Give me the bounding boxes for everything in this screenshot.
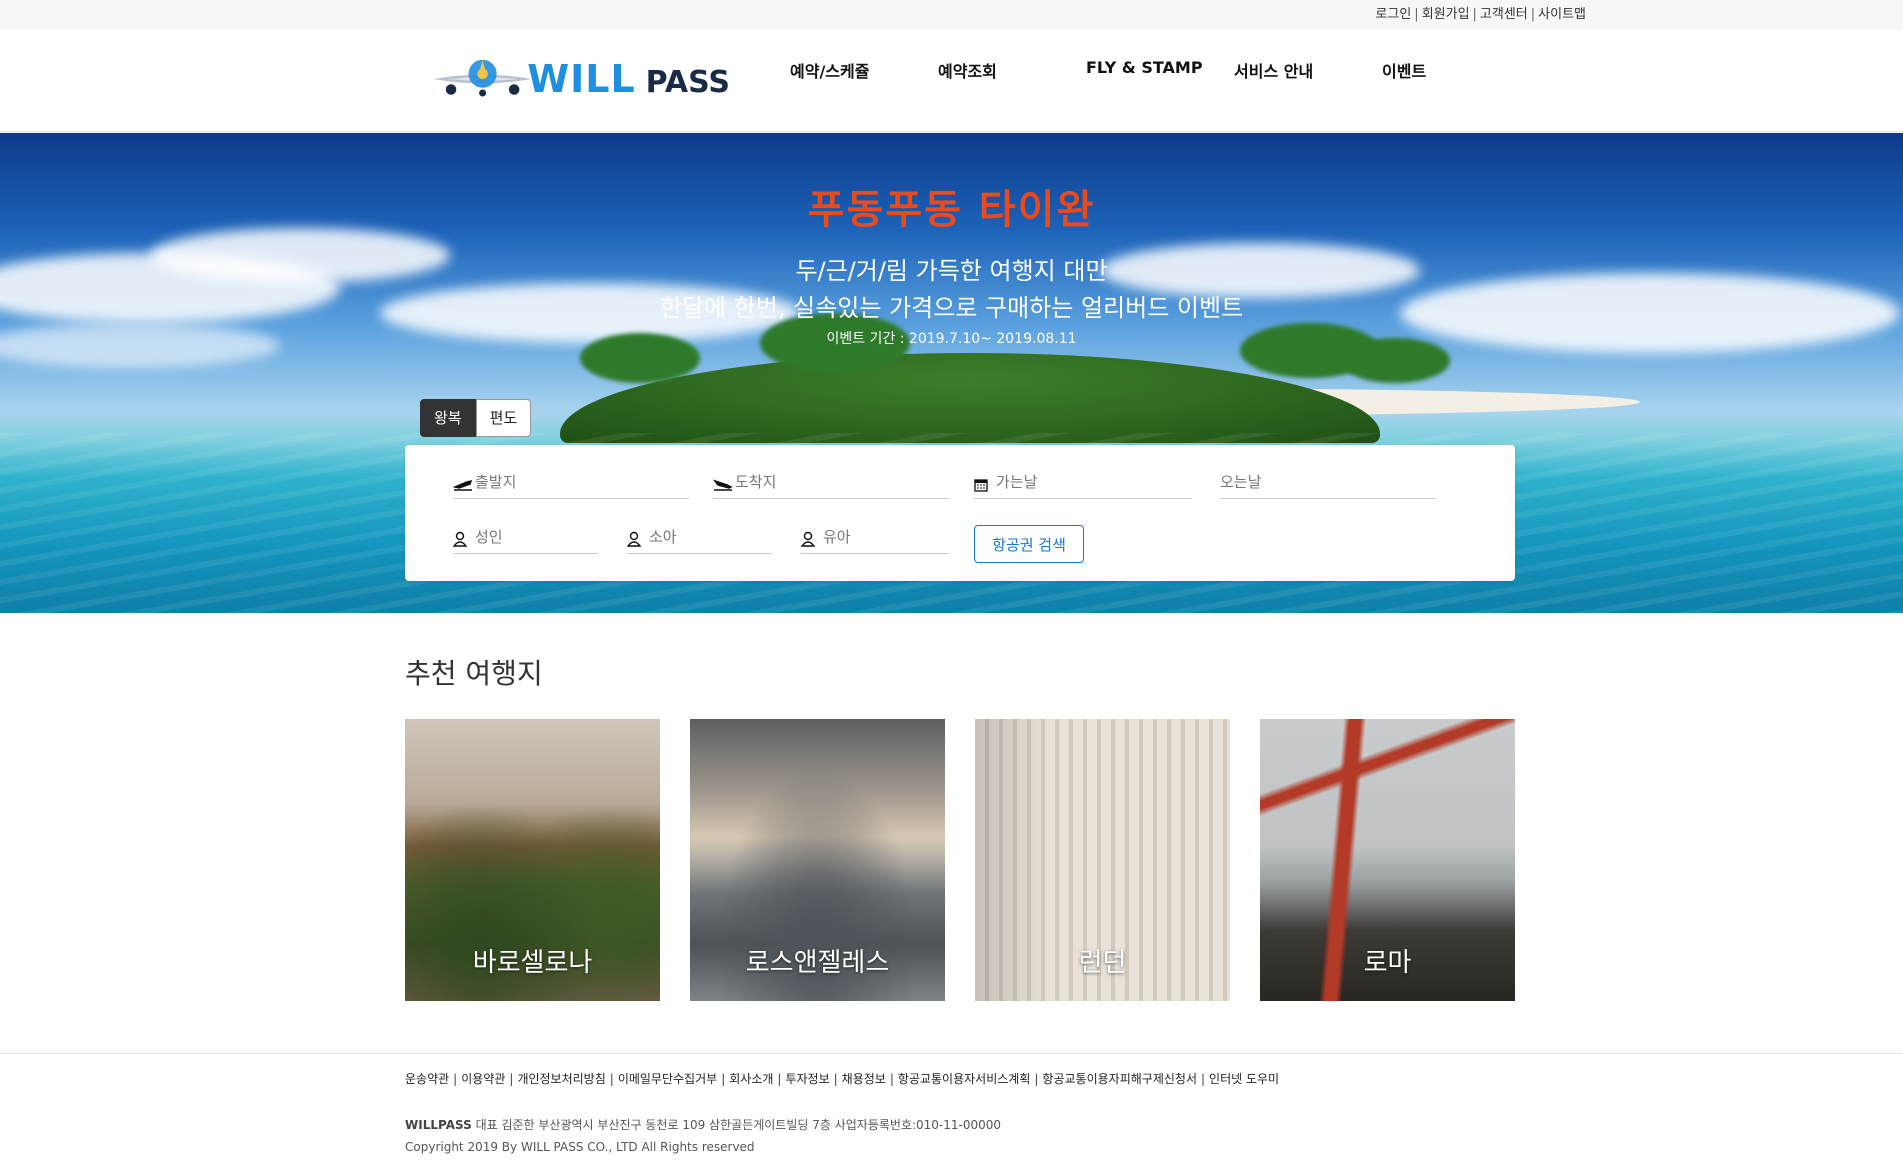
- return-date-field[interactable]: 오는날: [1220, 467, 1436, 499]
- destination-label: 로마: [1363, 948, 1412, 978]
- depart-date-field[interactable]: 가는날: [974, 467, 1192, 499]
- person-icon: [627, 531, 647, 547]
- departure-field[interactable]: 출발지: [453, 467, 689, 499]
- depart-date-placeholder: 가는날: [996, 473, 1038, 491]
- footer-link-investor[interactable]: 투자정보: [785, 1072, 829, 1086]
- footer-link-terms-of-use[interactable]: 이용약관: [461, 1072, 505, 1086]
- destination-card-los-angeles[interactable]: 로스앤젤레스: [690, 719, 945, 1001]
- adult-count-field[interactable]: 성인: [453, 522, 598, 554]
- infant-count-field[interactable]: 유아: [801, 522, 949, 554]
- signup-link[interactable]: 회원가입: [1422, 7, 1470, 22]
- nav-reservation-lookup[interactable]: 예약조회: [938, 58, 997, 82]
- footer-link-transport-terms[interactable]: 운송약관: [405, 1072, 449, 1086]
- logo-word-pass: PASS: [645, 64, 730, 100]
- sitemap-link[interactable]: 사이트맵: [1538, 7, 1586, 22]
- trip-type-tabs: 왕복 편도: [420, 399, 532, 437]
- nav-fly-stamp[interactable]: FLY & STAMP: [1086, 58, 1203, 77]
- copyright: Copyright 2019 By WILL PASS CO., LTD All…: [405, 1140, 755, 1154]
- nav-service-guide[interactable]: 서비스 안내: [1234, 58, 1313, 82]
- logo-word-will: WILL: [527, 57, 636, 101]
- tab-one-way[interactable]: 편도: [475, 399, 532, 437]
- login-link[interactable]: 로그인: [1375, 7, 1411, 22]
- footer-link-company[interactable]: 회사소개: [729, 1072, 773, 1086]
- return-date-placeholder: 오는날: [1220, 473, 1262, 491]
- arrival-placeholder: 도착지: [735, 473, 777, 491]
- destination-label: 로스앤젤레스: [745, 948, 890, 978]
- site-footer: 운송약관 | 이용약관 | 개인정보처리방침 | 이메일무단수집거부 | 회사소개 | 투자정보 | 채…: [0, 1053, 1903, 1160]
- child-placeholder: 소아: [649, 528, 677, 546]
- brand-logo[interactable]: WILL PASS: [430, 44, 730, 114]
- adult-placeholder: 성인: [475, 528, 503, 546]
- takeoff-icon: [453, 476, 473, 492]
- arrival-field[interactable]: 도착지: [713, 467, 949, 499]
- landing-icon: [713, 476, 733, 492]
- company-name: WILLPASS: [405, 1118, 472, 1132]
- destination-card-london[interactable]: 런던: [975, 719, 1230, 1001]
- destination-label: 런던: [1078, 948, 1127, 978]
- tab-round-trip[interactable]: 왕복: [420, 399, 476, 437]
- calendar-icon: [974, 476, 994, 492]
- site-header: WILL PASS 예약/스케쥴 예약조회 FLY & STAMP 서비스 안내…: [0, 30, 1903, 132]
- flight-search-box: 출발지 도착지 가는날 오는날 성인 소아 유아 항공권 검색: [405, 445, 1515, 581]
- footer-link-careers[interactable]: 채용정보: [842, 1072, 886, 1086]
- footer-link-internet-help[interactable]: 인터넷 도우미: [1209, 1072, 1279, 1086]
- hero-title: 푸동푸동 타이완: [807, 187, 1096, 233]
- footer-link-damage-relief[interactable]: 항공교통이용자피해구제신청서: [1042, 1072, 1197, 1086]
- top-utility-bar: 로그인 | 회원가입 | 고객센터 | 사이트맵: [0, 0, 1903, 30]
- hero-subtitle-1: 두/근/거/림 가득한 여행지 대만: [795, 257, 1108, 285]
- nav-event[interactable]: 이벤트: [1382, 58, 1426, 82]
- destination-card-rome[interactable]: 로마: [1260, 719, 1515, 1001]
- nav-reservation-schedule[interactable]: 예약/스케쥴: [790, 58, 869, 82]
- footer-links: 운송약관 | 이용약관 | 개인정보처리방침 | 이메일무단수집거부 | 회사소개 | 투자정보 | 채…: [405, 1072, 1280, 1086]
- flight-search-button[interactable]: 항공권 검색: [974, 525, 1084, 563]
- destination-label: 바로셀로나: [472, 948, 593, 978]
- airplane-logo-icon: [433, 59, 532, 97]
- customer-center-link[interactable]: 고객센터: [1480, 7, 1528, 22]
- footer-link-email-refusal[interactable]: 이메일무단수집거부: [618, 1072, 717, 1086]
- utility-links: 로그인 | 회원가입 | 고객센터 | 사이트맵: [1375, 7, 1586, 22]
- person-icon: [801, 531, 821, 547]
- infant-placeholder: 유아: [823, 528, 851, 546]
- event-period: 이벤트 기간 : 2019.7.10~ 2019.08.11: [826, 331, 1077, 347]
- departure-placeholder: 출발지: [475, 473, 517, 491]
- company-address: WILLPASS 대표 김준한 부산광역시 부산진구 동천로 109 삼한골든게…: [405, 1116, 1001, 1133]
- child-count-field[interactable]: 소아: [627, 522, 772, 554]
- footer-link-privacy[interactable]: 개인정보처리방침: [517, 1072, 605, 1086]
- footer-link-service-plan[interactable]: 항공교통이용자서비스계획: [898, 1072, 1030, 1086]
- address-text: 대표 김준한 부산광역시 부산진구 동천로 109 삼한골든게이트빌딩 7층 사…: [475, 1118, 1002, 1132]
- person-icon: [453, 531, 473, 547]
- hero-subtitle-2: 한달에 한번, 실속있는 가격으로 구매하는 얼리버드 이벤트: [659, 294, 1244, 322]
- recommended-title: 추천 여행지: [405, 657, 543, 690]
- destination-card-barcelona[interactable]: 바로셀로나: [405, 719, 660, 1001]
